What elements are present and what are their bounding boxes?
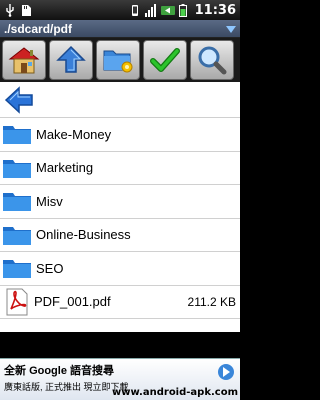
home-icon xyxy=(8,47,40,74)
list-item[interactable]: PDF_001.pdf 211.2 KB xyxy=(0,286,240,319)
toolbar xyxy=(0,38,240,82)
folder-options-button[interactable] xyxy=(96,40,140,80)
clock: 11:36 xyxy=(194,2,236,18)
folder-name: Misv xyxy=(36,193,63,209)
usb-icon xyxy=(6,3,14,17)
watermark: www.android-apk.com xyxy=(111,387,238,398)
folder-icon xyxy=(3,126,31,145)
search-icon xyxy=(198,46,227,75)
pdf-file-icon xyxy=(6,288,28,316)
home-button[interactable] xyxy=(2,40,46,80)
folder-icon xyxy=(3,260,31,279)
folder-icon xyxy=(3,159,31,178)
folder-name: Online-Business xyxy=(36,227,131,243)
empty-area xyxy=(0,332,240,358)
path-bar[interactable]: ./sdcard/pdf xyxy=(0,20,240,38)
list-item[interactable]: Make-Money xyxy=(0,118,240,152)
list-item[interactable]: Marketing xyxy=(0,152,240,185)
ad-headline: 全新 Google 語音搜尋 xyxy=(4,365,115,377)
file-name: PDF_001.pdf xyxy=(34,294,111,310)
back-arrow-icon[interactable] xyxy=(4,85,34,114)
list-item[interactable]: SEO xyxy=(0,252,240,286)
chevron-down-icon[interactable] xyxy=(226,24,236,34)
battery-charging-icon xyxy=(160,5,175,15)
list-item[interactable]: Misv xyxy=(0,185,240,219)
ad-arrow-icon xyxy=(218,364,234,380)
folder-icon xyxy=(3,226,31,245)
folder-name: Make-Money xyxy=(36,126,112,142)
folder-name: Marketing xyxy=(36,160,94,176)
status-bar: 11:36 xyxy=(0,0,240,20)
file-size: 211.2 KB xyxy=(187,294,236,309)
ad-banner[interactable]: 全新 Google 語音搜尋 廣東話版, 正式推出 現立即下載 www.andr… xyxy=(0,358,240,400)
battery-icon xyxy=(178,3,187,17)
file-list: Make-Money Marketing Misv Online-Busines… xyxy=(0,82,240,332)
checkmark-icon xyxy=(150,48,180,72)
select-button[interactable] xyxy=(143,40,187,80)
folder-options-icon xyxy=(103,50,133,73)
up-button[interactable] xyxy=(49,40,93,80)
signal-icon xyxy=(144,3,156,17)
vibrate-icon xyxy=(131,4,138,16)
folder-name: SEO xyxy=(36,260,64,276)
search-button[interactable] xyxy=(190,40,234,80)
sd-card-icon xyxy=(22,4,31,16)
list-item[interactable]: Online-Business xyxy=(0,219,240,252)
up-arrow-icon xyxy=(56,45,86,73)
current-path: ./sdcard/pdf xyxy=(4,21,73,36)
back-row[interactable] xyxy=(0,82,240,118)
folder-icon xyxy=(3,193,31,212)
